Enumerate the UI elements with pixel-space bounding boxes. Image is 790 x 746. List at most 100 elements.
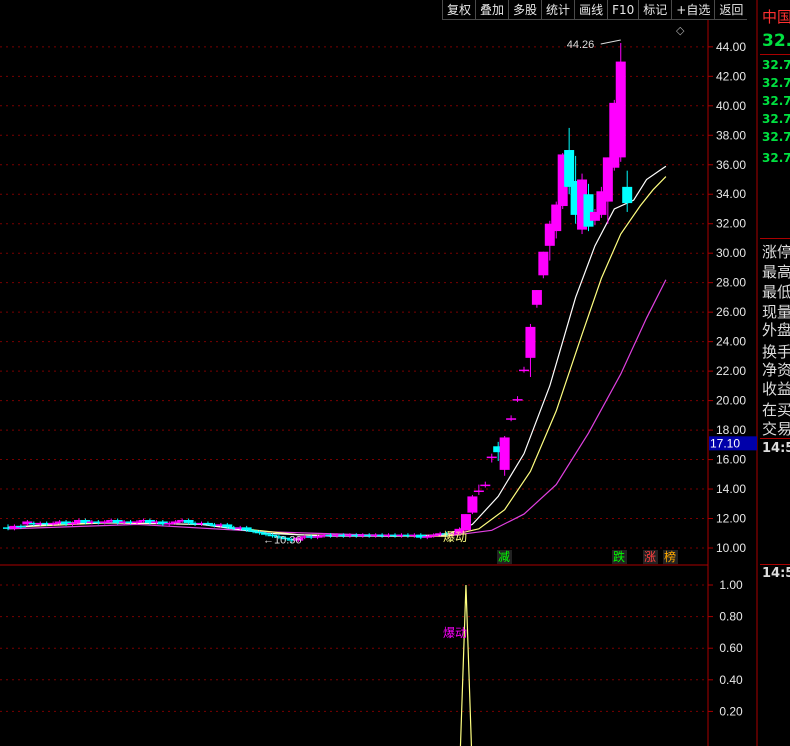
candle-body: [506, 418, 517, 420]
y-tick-label: 32.00: [716, 217, 746, 231]
candle-body: [67, 522, 78, 525]
panel-divider: [760, 438, 790, 439]
candle-body: [170, 521, 181, 523]
candle-body: [615, 61, 626, 158]
candle-body: [183, 519, 194, 523]
quote-value: 32.7: [762, 112, 790, 126]
quote-value: 32.7: [762, 130, 790, 144]
high-pointer: [600, 39, 621, 45]
candle-body: [164, 522, 175, 525]
signal-label: 涨: [644, 549, 656, 564]
quote-side-panel: 中国 32. 32.7 32.7 32.7 32.7 32.7 32.7 涨停 …: [760, 0, 790, 746]
field-low: 最低: [762, 283, 790, 301]
candle-body: [422, 536, 433, 538]
candle-body: [248, 530, 259, 532]
candle-body: [132, 521, 142, 523]
toolbar-button[interactable]: 标记: [638, 0, 672, 20]
candle-body: [538, 251, 549, 276]
candle-body: [512, 399, 523, 401]
candle-body: [486, 456, 497, 459]
y-tick-label: 0.20: [719, 704, 743, 718]
quote-value: 32.7: [762, 58, 790, 72]
candle-body: [241, 527, 252, 531]
toolbar-button[interactable]: 统计: [541, 0, 575, 20]
candle-body: [467, 496, 478, 513]
toolbar-button[interactable]: 叠加: [475, 0, 509, 20]
current-price: 32.: [762, 31, 790, 51]
y-tick-label: 26.00: [716, 305, 746, 319]
ma-short-line: [7, 165, 667, 537]
y-tick-label: 12.00: [716, 512, 746, 526]
field-high: 最高: [762, 263, 790, 281]
field-earnings: 收益: [762, 380, 790, 398]
current-price-label: 17.10: [710, 436, 740, 450]
indicator-line: [459, 584, 473, 746]
time-label: 14:5: [762, 441, 790, 456]
candle-body: [48, 522, 59, 525]
candle-body: [499, 437, 510, 470]
y-tick-label: 38.00: [716, 128, 746, 142]
y-tick-label: 36.00: [716, 158, 746, 172]
diamond-icon: ◇: [676, 24, 685, 37]
y-tick-label: 28.00: [716, 276, 746, 290]
kline-chart[interactable]: 10.00 12.00 14.00 16.00 18.00 20.00 22.00 24.00…: [0, 0, 790, 746]
toolbar-button[interactable]: 返回: [714, 0, 748, 20]
toolbar-button[interactable]: F10: [607, 0, 639, 20]
candle-body: [428, 534, 439, 537]
y-tick-label: 34.00: [716, 187, 746, 201]
candle-body: [551, 204, 562, 232]
signal-label: 榜: [664, 549, 676, 564]
field-limit-up: 涨停: [762, 243, 790, 261]
candle-body: [622, 186, 633, 204]
high-annotation: 44.26: [567, 39, 595, 51]
candle-body: [312, 536, 323, 538]
y-tick-label: 1.00: [719, 578, 743, 592]
y-tick-label: 18.00: [716, 423, 746, 437]
time-label: 14:5: [762, 566, 790, 581]
quote-value: 32.7: [762, 151, 790, 165]
indicator-label: 爆动: [443, 626, 467, 640]
candle-body: [460, 514, 471, 531]
candle-body: [254, 531, 265, 534]
toolbar-button[interactable]: 画线: [574, 0, 608, 20]
y-tick-label: 40.00: [716, 99, 746, 113]
y-tick-label: 10.00: [716, 541, 746, 555]
signal-label: 跌: [613, 549, 625, 564]
panel-divider: [760, 238, 790, 239]
toolbar-button[interactable]: +自选: [671, 0, 715, 20]
y-tick-label: 20.00: [716, 394, 746, 408]
y-tick-label: 14.00: [716, 482, 746, 496]
candle-body: [202, 522, 213, 525]
stock-name: 中国: [762, 8, 790, 26]
y-tick-label: 0.60: [719, 641, 743, 655]
y-tick-label: 0.80: [719, 610, 743, 624]
signal-label: 爆动: [443, 530, 467, 544]
candle-body: [531, 290, 542, 305]
y-tick-label: 0.40: [719, 673, 743, 687]
candle-body: [583, 194, 594, 227]
candle-body: [480, 484, 491, 487]
panel-divider: [760, 54, 790, 55]
candle-body: [473, 490, 484, 493]
quote-value: 32.7: [762, 94, 790, 108]
field-outer: 外盘: [762, 321, 790, 339]
ma-mid-line: [7, 176, 667, 537]
candle-body: [15, 525, 26, 528]
y-tick-label: 30.00: [716, 246, 746, 260]
signal-label: 减: [498, 550, 510, 564]
low-annotation: ←10.36: [263, 535, 302, 547]
y-tick-label: 42.00: [716, 69, 746, 83]
field-net-assets: 净资: [762, 361, 790, 379]
panel-divider: [760, 564, 790, 565]
y-tick-label: 44.00: [716, 40, 746, 54]
toolbar-button[interactable]: 复权: [442, 0, 476, 20]
field-trade: 交易: [762, 420, 790, 438]
quote-value: 32.7: [762, 76, 790, 90]
field-bid: 在买: [762, 401, 790, 419]
toolbar-button[interactable]: 多股: [508, 0, 542, 20]
candle-body: [525, 326, 536, 358]
y-tick-label: 22.00: [716, 364, 746, 378]
y-tick-label: 16.00: [716, 453, 746, 467]
toolbar: 复权 叠加 多股 统计 画线 F10 标记 +自选 返回: [442, 0, 748, 20]
y-tick-label: 24.00: [716, 335, 746, 349]
